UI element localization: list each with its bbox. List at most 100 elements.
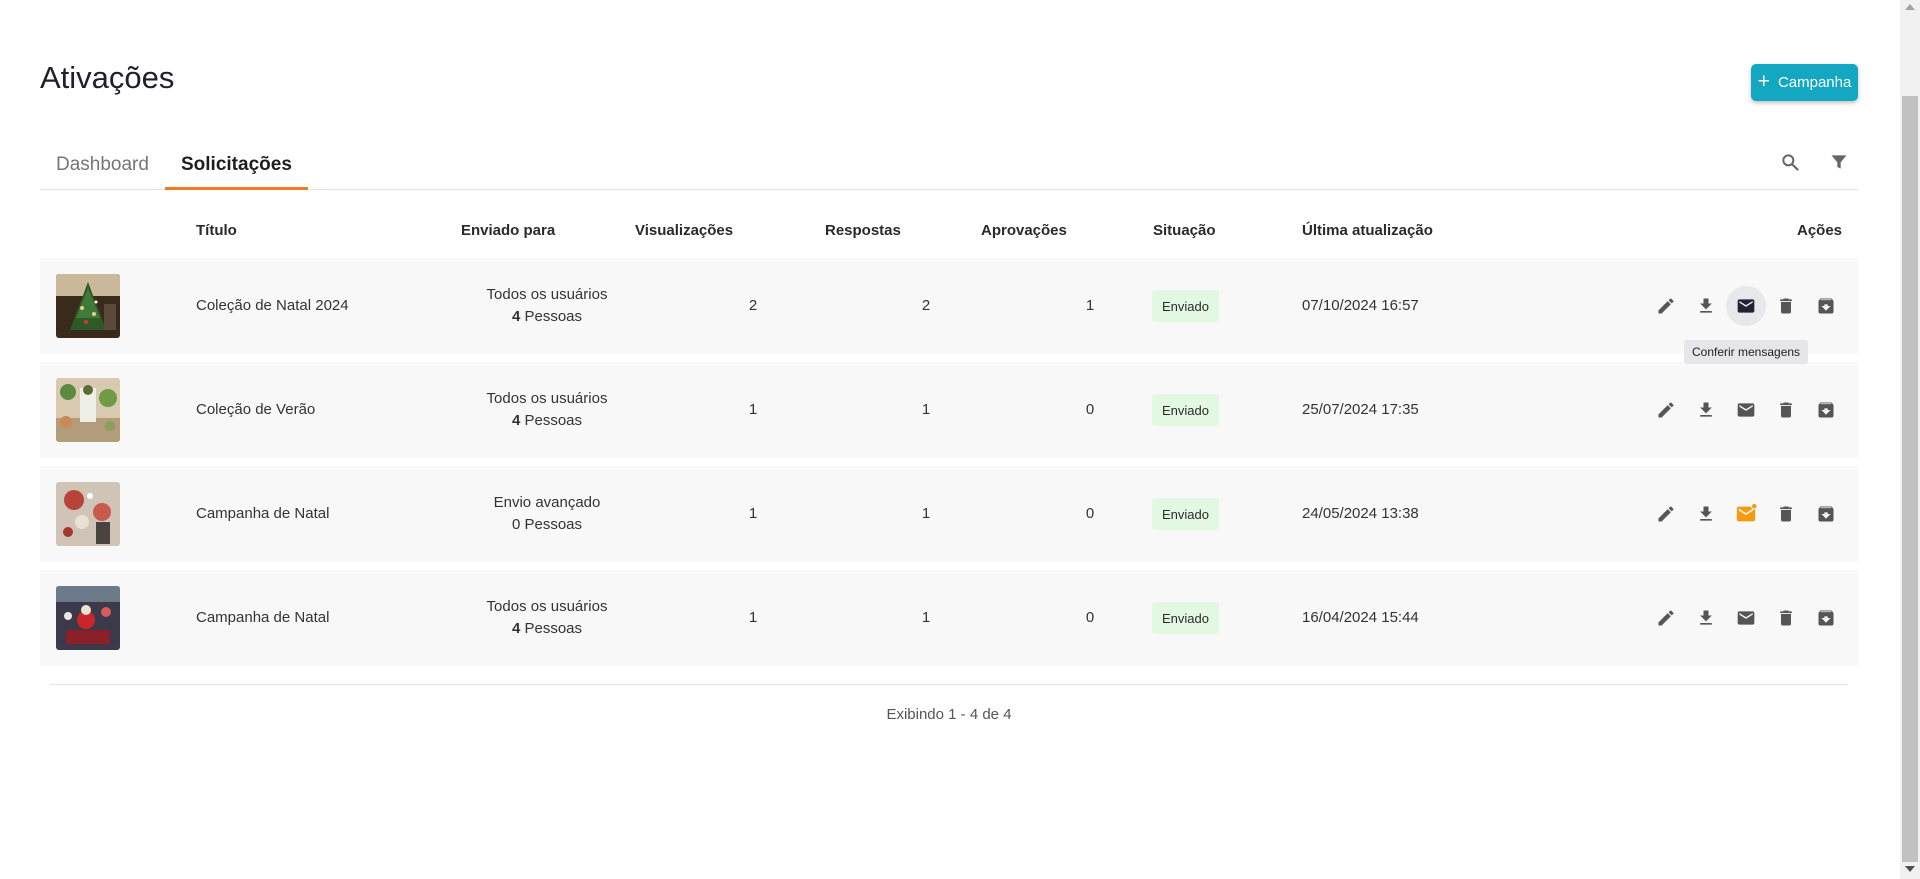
add-campaign-button[interactable]: + Campanha [1751,64,1858,101]
row-views: 1 [748,609,758,626]
status-badge: Enviado [1152,498,1219,530]
col-actions: Ações [1797,222,1843,239]
campaign-thumbnail [56,482,120,546]
row-updated: 24/05/2024 13:38 [1302,505,1419,522]
status-badge: Enviado [1152,290,1219,322]
filter-icon[interactable] [1825,148,1853,176]
tabs: Dashboard Solicitações [40,144,1858,190]
row-views: 1 [748,505,758,522]
status-badge: Enviado [1152,602,1219,634]
sent-count: 0 [511,516,521,533]
sent-count: 4 [511,308,521,325]
row-responses: 1 [921,505,931,522]
row-actions [1646,494,1846,534]
row-sent-to: Todos os usuários 4 Pessoas [447,596,647,640]
row-title: Campanha de Natal [196,505,330,522]
search-icon[interactable] [1776,148,1804,176]
sent-audience: Todos os usuários [486,390,608,407]
delete-icon[interactable] [1766,598,1806,638]
row-responses: 2 [921,297,931,314]
table-row[interactable]: Campanha de Natal Todos os usuários 4 Pe… [40,570,1858,666]
sent-unit: Pessoas [524,308,583,325]
row-sent-to: Todos os usuários 4 Pessoas [447,284,647,328]
row-sent-to: Envio avançado 0 Pessoas [447,492,647,536]
divider [50,684,1848,685]
sent-audience: Todos os usuários [486,598,608,615]
sent-audience: Todos os usuários [486,286,608,303]
campaign-thumbnail [56,586,120,650]
sent-unit: Pessoas [524,620,583,637]
row-title: Coleção de Natal 2024 [196,297,349,314]
table-header: Título Enviado para Visualizações Respos… [40,222,1858,242]
archive-icon[interactable] [1806,390,1846,430]
sent-unit: Pessoas [524,516,583,533]
archive-icon[interactable] [1806,598,1846,638]
pagination-info: Exibindo 1 - 4 de 4 [886,706,1012,723]
col-responses: Respostas [825,222,901,239]
table-row[interactable]: Coleção de Verão Todos os usuários 4 Pes… [40,362,1858,458]
row-sent-to: Todos os usuários 4 Pessoas [447,388,647,432]
sent-people: 4 Pessoas [447,410,647,432]
col-sent-to: Enviado para [461,222,556,239]
sent-people: 0 Pessoas [447,514,647,536]
row-title: Campanha de Natal [196,609,330,626]
delete-icon[interactable] [1766,494,1806,534]
col-views: Visualizações [635,222,734,239]
edit-icon[interactable] [1646,390,1686,430]
tooltip: Conferir mensagens [1684,340,1809,364]
row-actions [1646,598,1846,638]
row-updated: 16/04/2024 15:44 [1302,609,1419,626]
download-icon[interactable] [1686,598,1726,638]
tab-solicitacoes[interactable]: Solicitações [165,144,308,190]
plus-icon: + [1757,70,1770,93]
row-actions [1646,286,1846,326]
row-views: 2 [748,297,758,314]
edit-icon[interactable] [1646,286,1686,326]
download-icon[interactable] [1686,390,1726,430]
page-title: Ativações [40,60,175,95]
row-title: Coleção de Verão [196,401,316,418]
edit-icon[interactable] [1646,494,1686,534]
sent-audience: Envio avançado [493,494,601,511]
row-approvals: 1 [1085,297,1095,314]
add-campaign-label: Campanha [1777,74,1852,91]
scrollbar-thumb[interactable] [1902,96,1918,862]
row-approvals: 0 [1085,609,1095,626]
row-updated: 07/10/2024 16:57 [1302,297,1419,314]
edit-icon[interactable] [1646,598,1686,638]
message-icon[interactable] [1726,286,1766,326]
message-icon[interactable] [1726,390,1766,430]
row-views: 1 [748,401,758,418]
col-status: Situação [1153,222,1216,239]
delete-icon[interactable] [1766,286,1806,326]
row-updated: 25/07/2024 17:35 [1302,401,1419,418]
archive-icon[interactable] [1806,494,1846,534]
row-responses: 1 [921,401,931,418]
sent-people: 4 Pessoas [447,618,647,640]
sent-people: 4 Pessoas [447,306,647,328]
tab-dashboard[interactable]: Dashboard [40,144,165,190]
col-updated: Última atualização [1302,222,1433,239]
row-responses: 1 [921,609,931,626]
row-approvals: 0 [1085,401,1095,418]
scroll-down-arrow-icon[interactable] [1905,866,1915,872]
col-title: Título [196,222,237,239]
scroll-up-arrow-icon[interactable] [1905,4,1915,10]
status-badge: Enviado [1152,394,1219,426]
row-approvals: 0 [1085,505,1095,522]
message-icon[interactable] [1726,598,1766,638]
row-actions [1646,390,1846,430]
campaign-thumbnail [56,274,120,338]
new-message-icon[interactable] [1726,494,1766,534]
table-row[interactable]: Campanha de Natal Envio avançado 0 Pesso… [40,466,1858,562]
table-row[interactable]: Coleção de Natal 2024 Todos os usuários … [40,258,1858,354]
sent-count: 4 [511,412,521,429]
archive-icon[interactable] [1806,286,1846,326]
sent-count: 4 [511,620,521,637]
campaign-thumbnail [56,378,120,442]
col-approvals: Aprovações [981,222,1067,239]
download-icon[interactable] [1686,286,1726,326]
download-icon[interactable] [1686,494,1726,534]
delete-icon[interactable] [1766,390,1806,430]
sent-unit: Pessoas [524,412,583,429]
